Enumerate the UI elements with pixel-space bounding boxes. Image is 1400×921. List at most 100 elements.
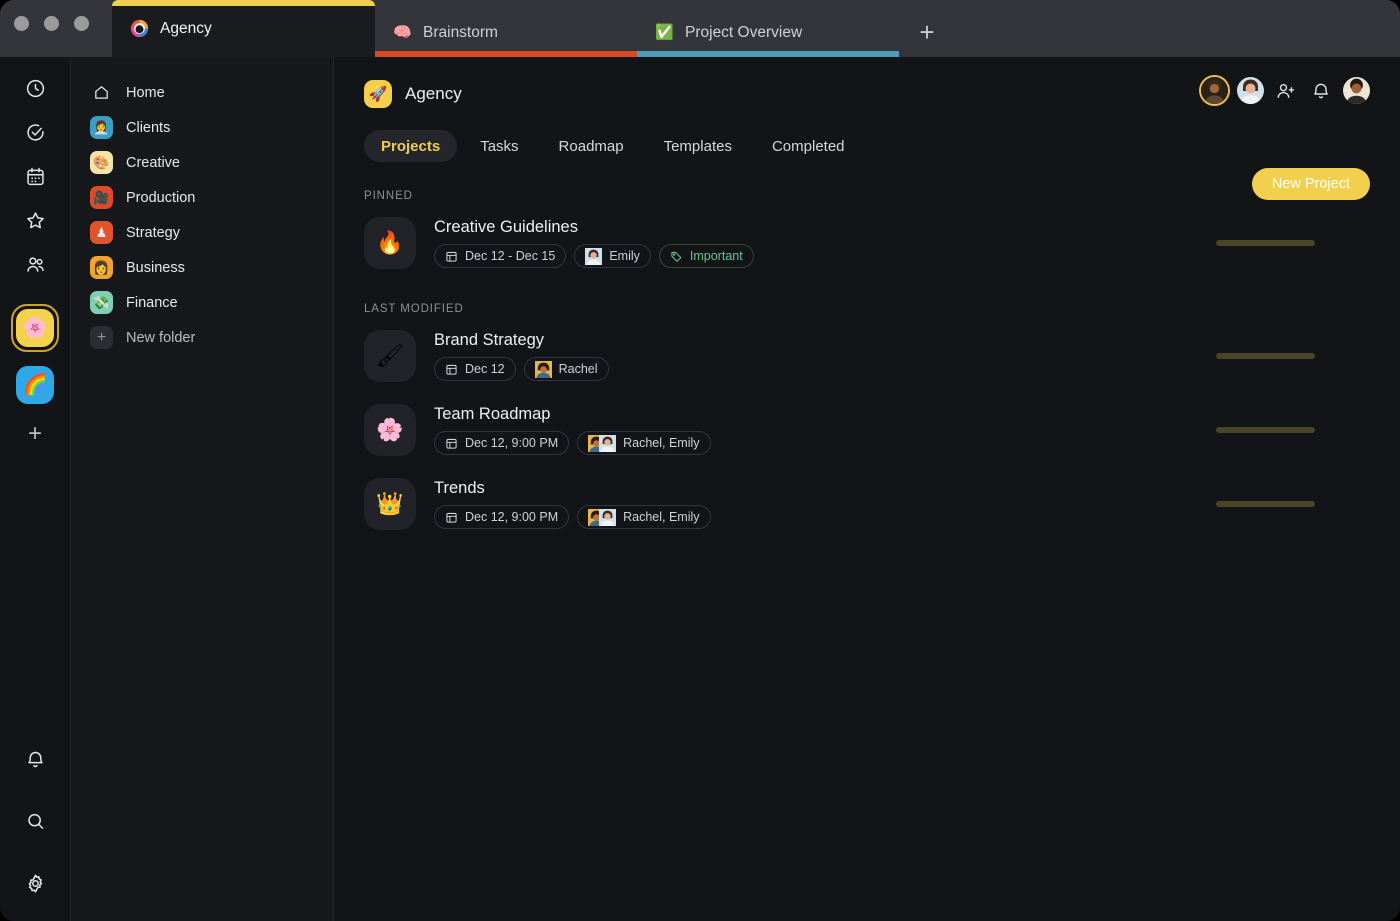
avatar-member-2[interactable] — [1237, 77, 1264, 104]
tab-tasks[interactable]: Tasks — [463, 130, 535, 162]
project-title: Creative Guidelines — [434, 218, 578, 236]
section-label-last-modified: LAST MODIFIED — [364, 303, 464, 315]
project-row[interactable]: 👑 Trends Dec 12, 9:00 PM Rachel, Emily — [364, 467, 1370, 541]
sidebar-item-strategy[interactable]: ♟ Strategy — [81, 215, 323, 250]
tab-templates[interactable]: Templates — [647, 130, 749, 162]
project-thumb-paintbrush-icon: 🖌 — [364, 330, 416, 382]
project-thumb-blossom-icon: 🌸 — [364, 404, 416, 456]
sidebar-item-clients[interactable]: 👩‍💼 Clients — [81, 110, 323, 145]
tab-strip: Agency 🧠 Brainstorm ✅ Project Overview + — [112, 0, 1400, 57]
minimize-button[interactable] — [44, 16, 59, 31]
sidebar-item-label: Business — [126, 259, 185, 276]
tab-brainstorm[interactable]: 🧠 Brainstorm — [375, 8, 637, 57]
members-chip-label: Rachel — [558, 362, 598, 376]
maximize-button[interactable] — [74, 16, 89, 31]
sidebar-item-label: Clients — [126, 119, 171, 136]
members-chip-label: Emily — [609, 249, 640, 263]
date-chip[interactable]: Dec 12, 9:00 PM — [434, 505, 570, 529]
star-icon[interactable] — [13, 198, 57, 242]
creative-folder-icon: 🎨 — [90, 151, 113, 174]
project-title: Trends — [434, 479, 485, 497]
member-avatars — [534, 360, 552, 378]
project-chips: Dec 12 Rachel — [434, 357, 609, 381]
sidebar-item-label: Creative — [126, 154, 180, 171]
plus-icon: + — [90, 326, 113, 349]
project-row[interactable]: 🌸 Team Roadmap Dec 12, 9:00 PM Rachel, E… — [364, 393, 1370, 467]
members-chip[interactable]: Rachel — [523, 357, 609, 381]
bell-icon[interactable] — [14, 737, 58, 781]
sidebar-item-home[interactable]: Home — [81, 75, 323, 110]
project-row[interactable]: 🖌 Brand Strategy Dec 12 Rachel — [364, 319, 1370, 393]
members-chip[interactable]: Rachel, Emily — [577, 505, 711, 529]
project-thumb-fire-icon: 🔥 — [364, 217, 416, 269]
sidebar-item-finance[interactable]: 💸 Finance — [81, 285, 323, 320]
finance-folder-icon: 💸 — [90, 291, 113, 314]
rocket-icon: 🚀 — [364, 80, 392, 108]
date-chip[interactable]: Dec 12 - Dec 15 — [434, 244, 567, 268]
tab-label-project-overview: Project Overview — [685, 23, 803, 41]
gear-icon[interactable] — [14, 861, 58, 905]
tab-projects[interactable]: Projects — [364, 130, 458, 162]
date-chip[interactable]: Dec 12 — [434, 357, 516, 381]
add-person-icon[interactable] — [1273, 78, 1299, 104]
sidebar-item-label: New folder — [126, 329, 196, 346]
tab-agency[interactable]: Agency — [112, 0, 375, 57]
search-icon[interactable] — [14, 799, 58, 843]
tab-project-overview[interactable]: ✅ Project Overview — [637, 8, 899, 57]
project-info: Creative Guidelines Dec 12 - Dec 15 Emil… — [434, 218, 754, 268]
project-info: Trends Dec 12, 9:00 PM Rachel, Emily — [434, 479, 711, 529]
tab-roadmap[interactable]: Roadmap — [542, 130, 641, 162]
project-chips: Dec 12, 9:00 PM Rachel, Emily — [434, 505, 711, 529]
workspace-agency[interactable]: 🌸 — [11, 298, 59, 358]
workspace-selected-ring: 🌸 — [11, 304, 59, 352]
page-title: Agency — [405, 84, 462, 103]
project-thumb-crown-icon: 👑 — [364, 478, 416, 530]
view-tabs: Projects Tasks Roadmap Templates Complet… — [364, 130, 1370, 162]
bell-icon[interactable] — [1308, 78, 1334, 104]
tab-accent-agency — [112, 0, 375, 6]
members-chip-label: Rachel, Emily — [623, 436, 700, 450]
rail-top-group — [13, 57, 57, 286]
home-icon — [90, 81, 113, 104]
check-circle-icon[interactable] — [13, 110, 57, 154]
project-info: Brand Strategy Dec 12 Rachel — [434, 331, 609, 381]
project-chips: Dec 12, 9:00 PM Rachel, Emily — [434, 431, 711, 455]
progress-bar — [1216, 501, 1315, 507]
workspace-rainbow-icon: 🌈 — [16, 366, 54, 404]
member-avatars — [588, 508, 617, 526]
workspace-rainbow[interactable]: 🌈 — [16, 360, 54, 410]
sidebar-item-new-folder[interactable]: + New folder — [81, 320, 323, 355]
production-folder-icon: 🎥 — [90, 186, 113, 209]
member-avatars — [585, 247, 603, 265]
rail-bottom-group — [0, 737, 71, 905]
sidebar-item-creative[interactable]: 🎨 Creative — [81, 145, 323, 180]
members-chip[interactable]: Rachel, Emily — [577, 431, 711, 455]
sidebar-item-business[interactable]: 👩 Business — [81, 250, 323, 285]
add-workspace-button[interactable]: + — [13, 414, 57, 454]
rainbow-circle-icon — [130, 19, 149, 38]
new-tab-button[interactable]: + — [899, 8, 955, 57]
people-icon[interactable] — [13, 242, 57, 286]
member-avatars — [588, 434, 617, 452]
members-chip-label: Rachel, Emily — [623, 510, 700, 524]
close-button[interactable] — [14, 16, 29, 31]
project-info: Team Roadmap Dec 12, 9:00 PM Rachel, Emi… — [434, 405, 711, 455]
date-chip[interactable]: Dec 12, 9:00 PM — [434, 431, 570, 455]
calendar-icon[interactable] — [13, 154, 57, 198]
clock-icon[interactable] — [13, 66, 57, 110]
avatar-current-user[interactable] — [1343, 77, 1370, 104]
members-chip[interactable]: Emily — [574, 244, 651, 268]
tab-completed[interactable]: Completed — [755, 130, 862, 162]
status-badge[interactable]: Important — [658, 244, 754, 268]
project-title: Brand Strategy — [434, 331, 545, 349]
date-chip-label: Dec 12, 9:00 PM — [465, 510, 559, 524]
status-badge-label: Important — [689, 249, 743, 263]
avatar-member-1[interactable] — [1201, 77, 1228, 104]
avatar-rachel — [534, 360, 552, 378]
new-project-button[interactable]: New Project — [1251, 168, 1370, 200]
project-row[interactable]: 🔥 Creative Guidelines Dec 12 - Dec 15 Em… — [364, 206, 1370, 280]
sidebar-item-production[interactable]: 🎥 Production — [81, 180, 323, 215]
window-controls — [14, 16, 89, 31]
sidebar-item-label: Home — [126, 84, 165, 101]
brain-icon: 🧠 — [393, 24, 412, 41]
